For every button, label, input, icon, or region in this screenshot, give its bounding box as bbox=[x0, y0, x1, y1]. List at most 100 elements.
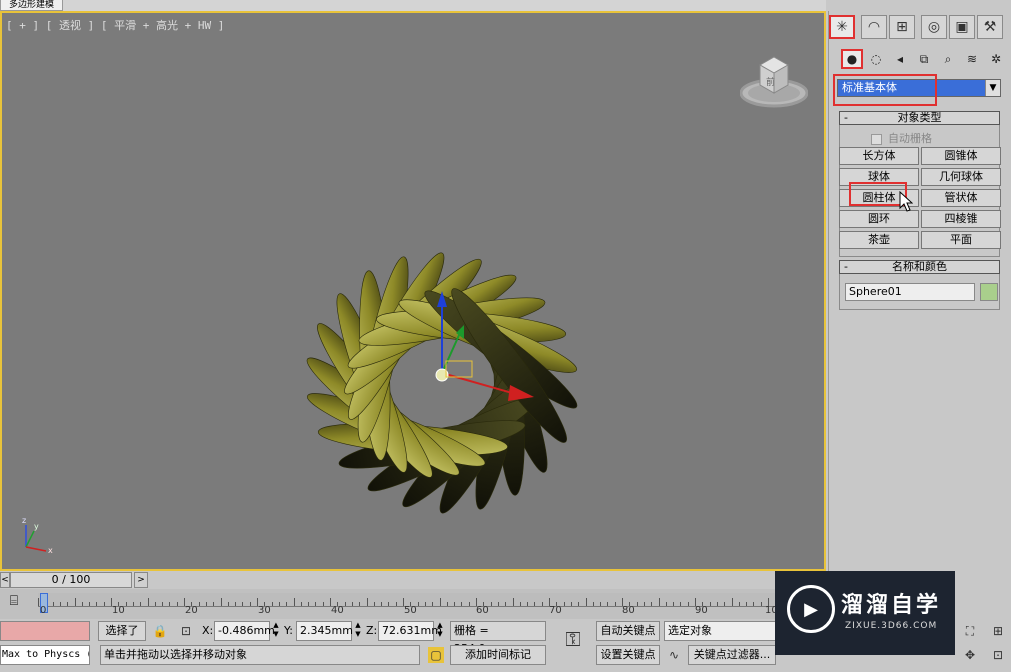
object-type-header[interactable]: - 对象类型 bbox=[839, 111, 1000, 125]
ruler-tick bbox=[643, 602, 645, 606]
zoom-extents-icon[interactable]: ⛶ bbox=[962, 623, 978, 639]
collapse-icon[interactable]: - bbox=[844, 261, 848, 273]
z-coord-field[interactable]: 72.631mm bbox=[378, 621, 442, 641]
lights-icon[interactable]: ◂ bbox=[889, 49, 911, 69]
motion-icon[interactable]: ◎ bbox=[921, 15, 947, 39]
ruler-tick bbox=[680, 602, 682, 606]
next-frame-button[interactable]: > bbox=[134, 572, 148, 588]
y-spinner[interactable]: ▲ ▼ bbox=[354, 621, 362, 641]
document-tab[interactable]: 多边形建模 bbox=[0, 0, 64, 11]
create-icon[interactable]: ✳ bbox=[829, 15, 855, 39]
ruler-tick bbox=[351, 602, 353, 606]
ruler-tick bbox=[154, 602, 156, 606]
key-mode-icon[interactable]: ∿ bbox=[666, 647, 682, 663]
ruler-tick bbox=[271, 602, 273, 606]
key-filters-button[interactable]: 关键点过滤器... bbox=[688, 645, 776, 665]
ruler-tick bbox=[658, 598, 660, 606]
collapse-icon[interactable]: - bbox=[844, 112, 848, 124]
ruler-tick bbox=[541, 602, 543, 606]
tube-button[interactable]: 管状体 bbox=[921, 189, 1001, 207]
ruler-tick bbox=[235, 602, 237, 606]
x-label: X: bbox=[202, 624, 214, 637]
box-button[interactable]: 长方体 bbox=[839, 147, 919, 165]
add-time-tag-button[interactable]: 添加时间标记 bbox=[450, 645, 546, 665]
ruler-tick bbox=[308, 602, 310, 606]
trackbar[interactable]: ⌸ 0 10 20 30 40 50 60 70 80 90 10 bbox=[0, 589, 780, 619]
modify-icon[interactable]: ◠ bbox=[861, 15, 887, 39]
x-spinner[interactable]: ▲ ▼ bbox=[272, 621, 280, 641]
cameras-icon[interactable]: ⧉ bbox=[913, 49, 935, 69]
chevron-down-icon[interactable]: ▼ bbox=[985, 80, 1000, 96]
twisted-sphere-model[interactable] bbox=[262, 233, 622, 563]
time-slider[interactable]: < 0 / 100 > bbox=[0, 572, 148, 588]
ruler-tick bbox=[512, 598, 514, 606]
curve-editor-icon[interactable]: ⌸ bbox=[4, 593, 24, 611]
ruler-tick bbox=[81, 602, 83, 606]
maxscript-output[interactable]: Max to Physcs ( bbox=[0, 645, 90, 665]
teapot-button[interactable]: 茶壶 bbox=[839, 231, 919, 249]
pyramid-button[interactable]: 四棱锥 bbox=[921, 210, 1001, 228]
helpers-icon[interactable]: ⌕ bbox=[937, 49, 959, 69]
ruler-tick bbox=[395, 602, 397, 606]
ruler-tick bbox=[278, 602, 280, 606]
time-slider-thumb[interactable]: 0 / 100 bbox=[10, 572, 132, 588]
maxscript-listener[interactable] bbox=[0, 621, 90, 641]
geosphere-button[interactable]: 几何球体 bbox=[921, 168, 1001, 186]
ruler-label: 50 bbox=[404, 605, 417, 616]
name-color-header[interactable]: - 名称和颜色 bbox=[839, 260, 1000, 274]
ruler-tick bbox=[673, 602, 675, 606]
key-selection-dropdown[interactable]: 选定对象 bbox=[664, 621, 776, 641]
set-key-button[interactable]: 设置关键点 bbox=[596, 645, 660, 665]
ruler-tick bbox=[724, 602, 726, 606]
ruler-tick bbox=[315, 602, 317, 606]
world-axis-tripod: z y x bbox=[22, 516, 53, 555]
utilities-icon[interactable]: ⚒ bbox=[977, 15, 1003, 39]
z-label: Z: bbox=[366, 624, 378, 637]
ruler-tick bbox=[461, 602, 463, 606]
ruler-tick bbox=[731, 598, 733, 606]
y-coord-field[interactable]: 2.345mm bbox=[296, 621, 353, 641]
set-key-icon[interactable]: ⚿ bbox=[556, 629, 590, 657]
auto-key-button[interactable]: 自动关键点 bbox=[596, 621, 660, 641]
annotation-highlight bbox=[833, 74, 937, 106]
ruler-label: 10 bbox=[112, 605, 125, 616]
viewcube[interactable]: 前 bbox=[740, 49, 808, 109]
ruler-label: 70 bbox=[549, 605, 562, 616]
y-label: Y: bbox=[284, 624, 293, 637]
spacewarps-icon[interactable]: ≋ bbox=[961, 49, 983, 69]
ruler-tick bbox=[205, 602, 207, 606]
cone-button[interactable]: 圆锥体 bbox=[921, 147, 1001, 165]
z-spinner[interactable]: ▲ ▼ bbox=[436, 621, 444, 641]
maximize-viewport-icon[interactable]: ⊡ bbox=[990, 647, 1006, 663]
perspective-viewport[interactable]: [ + ] [ 透视 ] [ 平滑 + 高光 + HW ] 前 z y x bbox=[0, 11, 826, 571]
ruler-tick bbox=[760, 602, 762, 606]
zoom-all-icon[interactable]: ⊞ bbox=[990, 623, 1006, 639]
pan-icon[interactable]: ✥ bbox=[962, 647, 978, 663]
ruler-tick bbox=[373, 602, 375, 606]
lock-icon[interactable]: 🔒 bbox=[152, 623, 168, 639]
autogrid-checkbox[interactable]: 自动栅格 bbox=[871, 130, 932, 146]
object-color-swatch[interactable] bbox=[980, 283, 998, 301]
x-coord-field[interactable]: -0.486mm bbox=[214, 621, 275, 641]
absolute-mode-icon[interactable]: ⊡ bbox=[178, 623, 194, 639]
ruler-label: 80 bbox=[622, 605, 635, 616]
systems-icon[interactable]: ✲ bbox=[985, 49, 1007, 69]
ruler-tick bbox=[439, 598, 441, 606]
object-name-field[interactable]: Sphere01 bbox=[845, 283, 975, 301]
ruler-tick bbox=[89, 602, 91, 606]
shapes-icon[interactable]: ◌ bbox=[865, 49, 887, 69]
ruler-tick bbox=[753, 602, 755, 606]
ruler-label: 0 bbox=[40, 605, 47, 616]
ruler-tick bbox=[432, 602, 434, 606]
grid-size: 栅格 = 254.0mm bbox=[450, 621, 546, 655]
plane-button[interactable]: 平面 bbox=[921, 231, 1001, 249]
time-tag-icon[interactable]: ▢ bbox=[428, 647, 444, 663]
ruler-tick bbox=[446, 602, 448, 606]
display-icon[interactable]: ▣ bbox=[949, 15, 975, 39]
viewport-label[interactable]: [ + ] [ 透视 ] [ 平滑 + 高光 + HW ] bbox=[6, 17, 224, 33]
ruler-tick bbox=[132, 602, 134, 606]
prev-frame-button[interactable]: < bbox=[0, 572, 10, 588]
geometry-icon[interactable]: ● bbox=[841, 49, 863, 69]
hierarchy-icon[interactable]: ⊞ bbox=[889, 15, 915, 39]
title-strip: 多边形建模 bbox=[0, 0, 826, 11]
